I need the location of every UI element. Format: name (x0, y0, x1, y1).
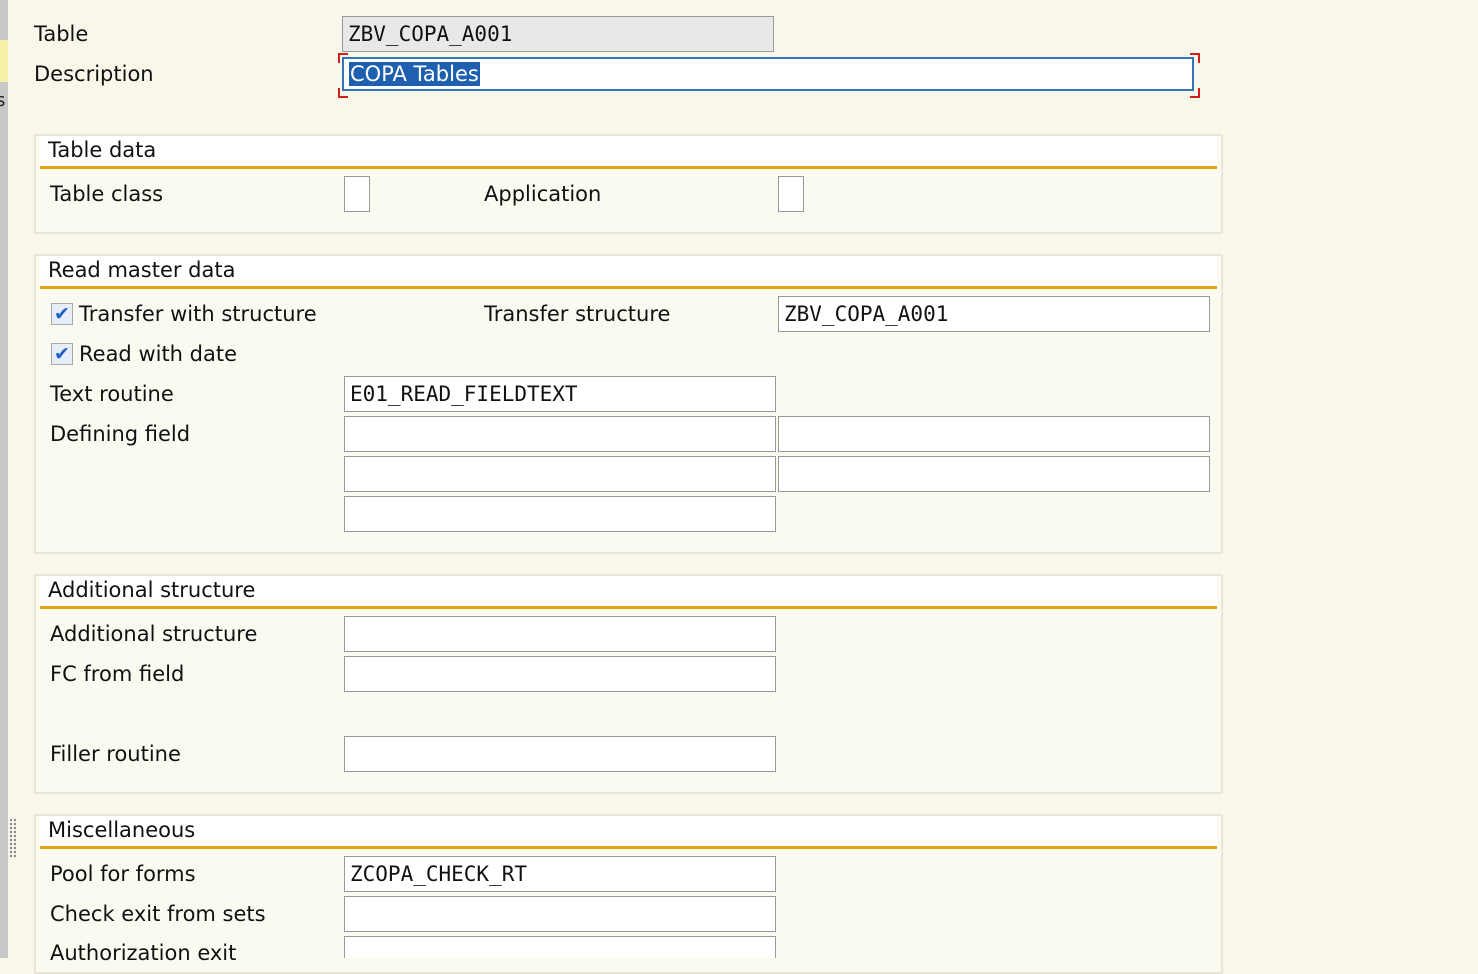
transfer-structure-field[interactable]: ZBV_COPA_A001 (778, 296, 1210, 332)
focus-corner-top-left (338, 53, 348, 63)
left-splitter-panel: s (0, 0, 8, 958)
table-class-label: Table class (50, 182, 164, 206)
table-class-field[interactable] (344, 176, 370, 212)
group-miscellaneous-title: Miscellaneous (48, 818, 196, 842)
defining-field-label: Defining field (50, 422, 191, 446)
text-routine-label: Text routine (50, 382, 174, 406)
additional-structure-label: Additional structure (50, 622, 258, 646)
group-read-master-data-header: Read master data (40, 256, 1217, 289)
pool-for-forms-field[interactable]: ZCOPA_CHECK_RT (344, 856, 776, 892)
focus-corner-bottom-left (338, 88, 348, 98)
check-exit-from-sets-label: Check exit from sets (50, 902, 266, 926)
additional-structure-field[interactable] (344, 616, 776, 652)
splitter-grip-handle[interactable] (9, 818, 16, 858)
application-field[interactable] (778, 176, 804, 212)
group-table-data-title: Table data (48, 138, 157, 162)
focus-corner-top-right (1190, 53, 1200, 63)
authorization-exit-field[interactable] (344, 936, 776, 958)
focus-corner-bottom-right (1190, 88, 1200, 98)
defining-field-input-5[interactable] (344, 496, 776, 532)
description-field[interactable]: COPA Tables (342, 57, 1194, 91)
fc-from-field-label: FC from field (50, 662, 185, 686)
table-label: Table (34, 22, 89, 46)
check-exit-from-sets-field[interactable] (344, 896, 776, 932)
table-field: ZBV_COPA_A001 (342, 16, 774, 52)
fc-from-field-input[interactable] (344, 656, 776, 692)
defining-field-input-4[interactable] (778, 456, 1210, 492)
group-table-data-header: Table data (40, 136, 1217, 169)
transfer-with-structure-checkbox[interactable]: ✔ (51, 303, 73, 325)
read-with-date-checkbox[interactable]: ✔ (51, 343, 73, 365)
group-miscellaneous-header: Miscellaneous (40, 816, 1217, 849)
filler-routine-label: Filler routine (50, 742, 181, 766)
defining-field-input-1[interactable] (344, 416, 776, 452)
defining-field-input-3[interactable] (344, 456, 776, 492)
text-routine-field[interactable]: E01_READ_FIELDTEXT (344, 376, 776, 412)
left-panel-text: s (0, 90, 6, 111)
group-additional-structure-title: Additional structure (48, 578, 256, 602)
transfer-structure-label: Transfer structure (484, 302, 671, 326)
description-selected-text: COPA Tables (349, 62, 480, 86)
application-label: Application (484, 182, 602, 206)
group-additional-structure-header: Additional structure (40, 576, 1217, 609)
left-panel-highlight (0, 40, 8, 82)
transfer-with-structure-label: Transfer with structure (79, 302, 317, 326)
authorization-exit-label: Authorization exit (50, 941, 237, 965)
read-with-date-label: Read with date (79, 342, 238, 366)
group-read-master-data-title: Read master data (48, 258, 236, 282)
description-label: Description (34, 62, 154, 86)
pool-for-forms-label: Pool for forms (50, 862, 196, 886)
filler-routine-field[interactable] (344, 736, 776, 772)
defining-field-input-2[interactable] (778, 416, 1210, 452)
group-table-data: Table data (34, 134, 1223, 234)
